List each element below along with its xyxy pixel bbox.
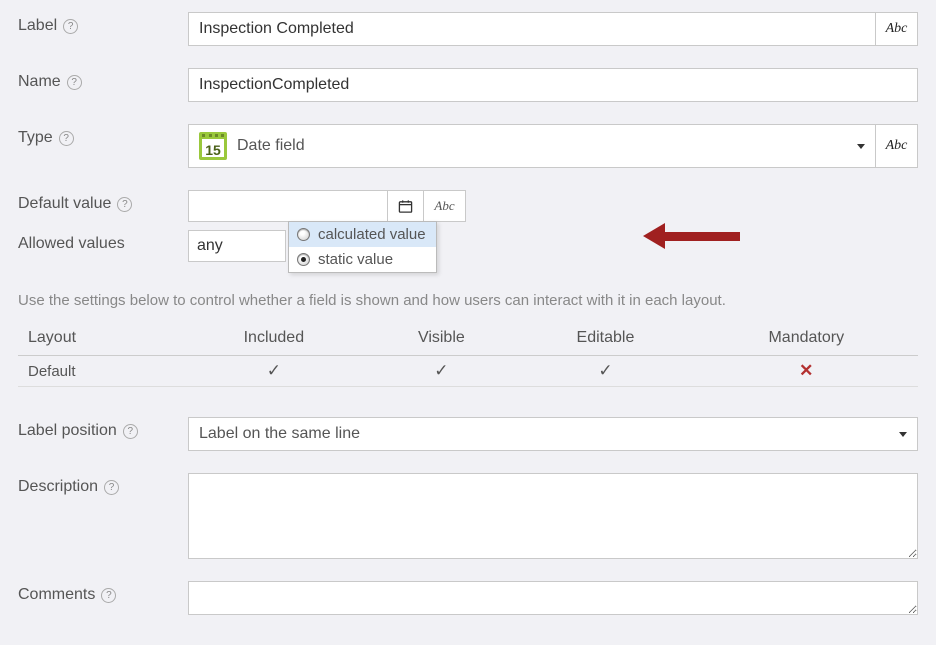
popup-option-label: calculated value (318, 226, 426, 243)
allowed-values-label: Allowed values (18, 235, 125, 253)
popup-option-label: static value (318, 251, 393, 268)
abc-button[interactable]: Abc (424, 190, 466, 222)
label-input[interactable] (188, 12, 876, 46)
help-icon[interactable]: ? (123, 424, 138, 439)
default-value-label: Default value (18, 195, 111, 213)
help-icon[interactable]: ? (117, 197, 132, 212)
description-label: Description (18, 478, 98, 496)
radio-icon (297, 228, 310, 241)
calendar-picker-icon (398, 199, 413, 214)
check-icon[interactable]: ✓ (598, 361, 612, 380)
calendar-icon: 15 (199, 132, 227, 160)
chevron-down-icon (899, 432, 907, 437)
layout-hint-text: Use the settings below to control whethe… (18, 292, 918, 309)
col-mandatory: Mandatory (695, 321, 918, 356)
description-textarea[interactable] (188, 473, 918, 559)
type-field-label: Type (18, 129, 53, 147)
help-icon[interactable]: ? (67, 75, 82, 90)
label-position-select[interactable]: Label on the same line (188, 417, 918, 451)
radio-icon (297, 253, 310, 266)
col-visible: Visible (366, 321, 516, 356)
col-editable: Editable (516, 321, 694, 356)
name-field-label: Name (18, 73, 61, 91)
label-position-label: Label position (18, 422, 117, 440)
row-layout-name: Default (18, 356, 181, 387)
check-icon[interactable]: ✓ (267, 361, 281, 380)
cross-icon[interactable]: ✕ (799, 361, 813, 380)
label-position-value: Label on the same line (199, 425, 360, 443)
col-included: Included (181, 321, 366, 356)
name-input[interactable] (188, 68, 918, 102)
chevron-down-icon (857, 144, 865, 149)
help-icon[interactable]: ? (104, 480, 119, 495)
comments-label: Comments (18, 586, 95, 604)
allowed-values-input[interactable] (188, 230, 286, 262)
col-layout: Layout (18, 321, 181, 356)
type-value: Date field (237, 137, 305, 155)
abc-button[interactable]: Abc (876, 12, 918, 46)
popup-option-calculated[interactable]: calculated value (289, 222, 436, 247)
default-value-input[interactable] (188, 190, 388, 222)
type-select[interactable]: 15 Date field (188, 124, 876, 168)
comments-textarea[interactable] (188, 581, 918, 615)
date-picker-button[interactable] (388, 190, 424, 222)
annotation-arrow (643, 223, 740, 249)
popup-option-static[interactable]: static value (289, 247, 436, 272)
layout-table: Layout Included Visible Editable Mandato… (18, 321, 918, 387)
abc-button[interactable]: Abc (876, 124, 918, 168)
help-icon[interactable]: ? (59, 131, 74, 146)
default-value-popup: calculated value static value (288, 221, 437, 273)
help-icon[interactable]: ? (63, 19, 78, 34)
check-icon[interactable]: ✓ (434, 361, 448, 380)
table-row[interactable]: Default ✓ ✓ ✓ ✕ (18, 356, 918, 387)
label-field-label: Label (18, 17, 57, 35)
help-icon[interactable]: ? (101, 588, 116, 603)
